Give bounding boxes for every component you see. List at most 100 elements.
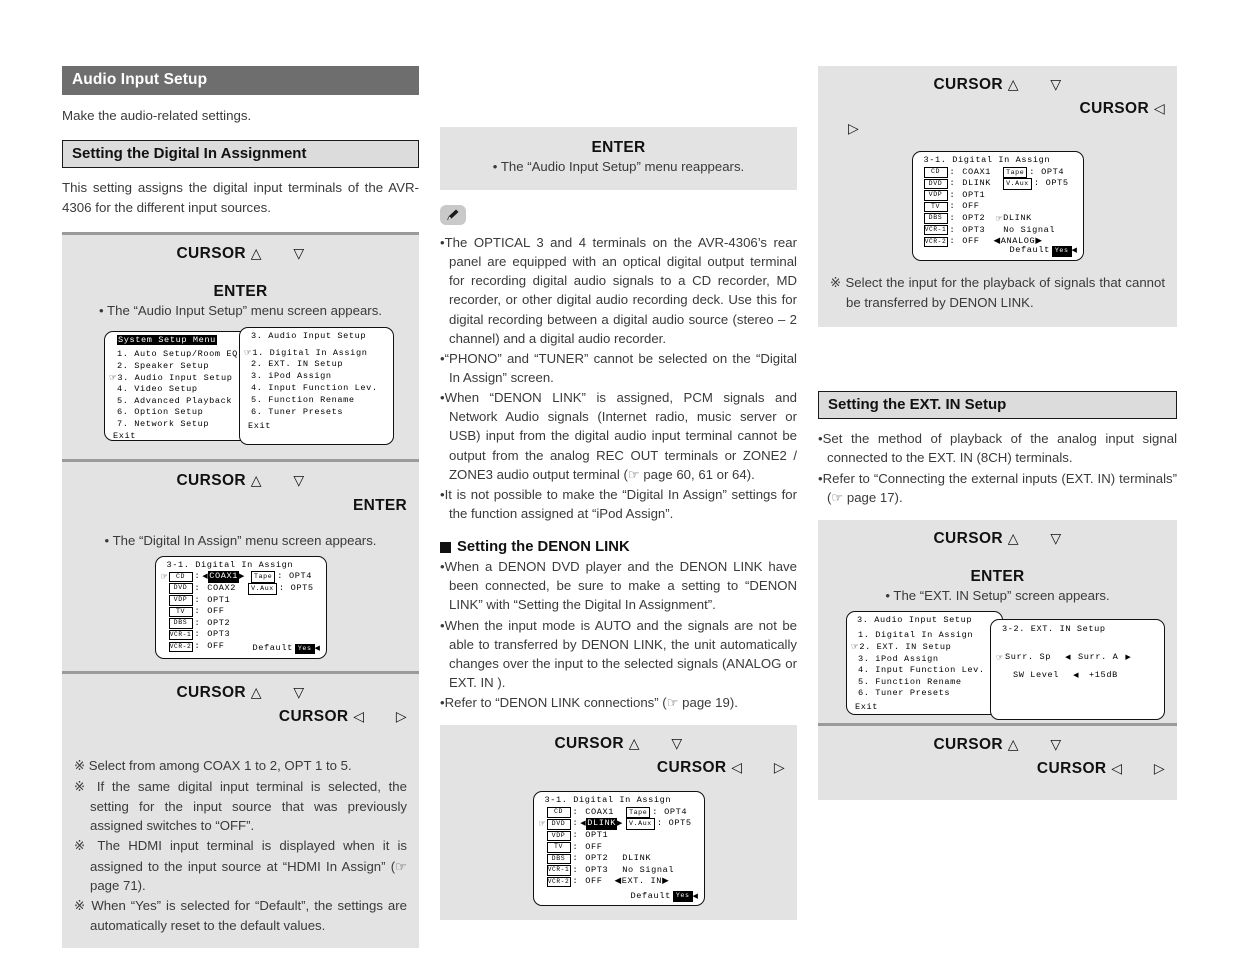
osd-menu-item[interactable]: 5. Function Rename <box>858 677 962 687</box>
cursor-updown-row-7: CURSOR △ ▽ <box>830 736 1165 754</box>
osd-source-value[interactable]: OPT5 <box>669 818 692 830</box>
cursor-right-icon[interactable]: ▷ <box>774 760 785 776</box>
osd-menu-item[interactable]: 4. Input Function Lev. <box>251 383 378 393</box>
cursor-down-icon[interactable]: ▽ <box>293 246 304 262</box>
cursor-right-icon[interactable]: ▷ <box>848 121 859 137</box>
osd-menu-item[interactable]: 2. EXT. IN Setup <box>859 642 951 652</box>
osd-source-value[interactable]: OPT2 <box>962 213 985 225</box>
cursor-up-icon[interactable]: △ <box>251 246 262 262</box>
cursor-left-icon[interactable]: ◁ <box>353 709 364 725</box>
osd-source-value[interactable]: OFF <box>585 876 602 888</box>
cursor-down-icon[interactable]: ▽ <box>1050 77 1061 93</box>
osd-cursor-icon: ☞ <box>538 819 547 829</box>
osd-source-value[interactable]: COAX1 <box>208 571 240 583</box>
osd-exit-item[interactable]: Exit <box>855 702 878 712</box>
osd-menu-item[interactable]: 3. iPod Assign <box>858 654 939 664</box>
osd-right-arrow-icon[interactable]: ▶ <box>662 876 669 888</box>
cursor-up-icon[interactable]: △ <box>251 685 262 701</box>
osd-source-value[interactable]: OFF <box>207 641 224 653</box>
osd-source-value[interactable]: OPT2 <box>585 853 608 865</box>
osd-menu-item[interactable]: 7. Network Setup <box>117 419 209 429</box>
osd-source-value[interactable]: COAX2 <box>207 583 236 595</box>
osd-setting-label: SW Level <box>1013 670 1060 681</box>
osd-source-value[interactable]: OFF <box>585 842 602 854</box>
cursor-right-icon[interactable]: ▷ <box>1154 761 1165 777</box>
osd-menu-item[interactable]: 5. Advanced Playback <box>117 396 232 406</box>
osd-menu-item[interactable]: 1. Digital In Assign <box>252 348 367 358</box>
cursor-left-icon[interactable]: ◁ <box>1111 761 1122 777</box>
osd-menu-item[interactable]: 3. iPod Assign <box>251 371 332 381</box>
osd-source-value[interactable]: OPT1 <box>585 830 608 842</box>
cursor-down-icon[interactable]: ▽ <box>293 473 304 489</box>
osd-left-arrow-icon[interactable]: ◀ <box>994 236 1001 248</box>
cursor-left-icon[interactable]: ◁ <box>1154 101 1165 117</box>
cursor-up-icon[interactable]: △ <box>1008 531 1019 547</box>
cursor-down-icon[interactable]: ▽ <box>293 685 304 701</box>
osd-right-arrow-icon[interactable]: ▶ <box>239 571 245 583</box>
osd-source-value[interactable]: OPT4 <box>664 807 687 819</box>
osd-menu-item[interactable]: 6. Option Setup <box>117 407 203 417</box>
cursor-up-icon[interactable]: △ <box>1008 77 1019 93</box>
osd-extra-line: DLINK <box>1003 212 1032 223</box>
osd-source-value[interactable]: OPT4 <box>289 571 312 583</box>
osd-right-arrow-icon[interactable]: ▶ <box>617 818 623 830</box>
osd-source-value[interactable]: OPT5 <box>291 583 314 595</box>
osd-source-value[interactable]: OPT3 <box>585 865 608 877</box>
osd-left-arrow-icon[interactable]: ◀ <box>615 876 622 888</box>
enter-label-4[interactable]: ENTER <box>830 568 1165 586</box>
step-panel-3: CURSOR △ ▽ CURSOR ◁ ▷ ※ Select from amon… <box>62 673 419 949</box>
osd-menu-item[interactable]: 6. Tuner Presets <box>251 407 343 417</box>
enter-label-1[interactable]: ENTER <box>74 283 407 301</box>
osd-exit-item[interactable]: Exit <box>113 431 136 441</box>
cursor-up-icon[interactable]: △ <box>629 736 640 752</box>
osd-menu-item[interactable]: 2. EXT. IN Setup <box>251 359 343 369</box>
osd-right-arrow-icon[interactable]: ▶ <box>1125 652 1131 664</box>
osd-menu-item[interactable]: 4. Input Function Lev. <box>858 665 985 675</box>
osd-source-value[interactable]: OPT2 <box>207 618 230 630</box>
osd-source-value[interactable]: OPT3 <box>962 225 985 237</box>
osd-left-arrow-icon[interactable]: ◀ <box>315 643 321 655</box>
osd-left-arrow-icon[interactable]: ◀ <box>693 891 699 903</box>
osd-menu-item[interactable]: 6. Tuner Presets <box>858 688 950 698</box>
osd-menu-item[interactable]: 1. Digital In Assign <box>858 630 973 640</box>
osd-source-value[interactable]: OPT1 <box>207 595 230 607</box>
osd-default-value[interactable]: Yes <box>294 643 315 655</box>
osd-menu-item[interactable]: 4. Video Setup <box>117 384 198 394</box>
osd-source-value[interactable]: OPT1 <box>962 190 985 202</box>
osd-source-value[interactable]: DLINK <box>962 178 991 190</box>
cursor-right-icon[interactable]: ▷ <box>396 709 407 725</box>
osd-source-value[interactable]: OPT3 <box>207 629 230 641</box>
osd-default-value[interactable]: Yes <box>1051 245 1072 257</box>
osd-source-value[interactable]: OFF <box>207 606 224 618</box>
osd-source-value[interactable]: COAX1 <box>962 167 991 179</box>
subsection-header-digital-in-assignment: Setting the Digital In Assignment <box>62 140 419 169</box>
enter-label-3[interactable]: ENTER <box>452 139 785 157</box>
osd-source-tag: VCR-1 <box>168 630 193 641</box>
cursor-up-icon[interactable]: △ <box>251 473 262 489</box>
cursor-down-icon[interactable]: ▽ <box>671 736 682 752</box>
osd-source-value[interactable]: OPT5 <box>1046 178 1069 190</box>
osd-menu-item[interactable]: 5. Function Rename <box>251 395 355 405</box>
cursor-left-icon[interactable]: ◁ <box>731 760 742 776</box>
osd-extra-line[interactable]: EXT. IN <box>622 876 662 888</box>
cursor-down-icon[interactable]: ▽ <box>1050 737 1061 753</box>
osd-exit-item[interactable]: Exit <box>248 421 271 431</box>
osd-left-arrow-icon[interactable]: ◀ <box>1065 652 1071 664</box>
osd-setting-value[interactable]: Surr. A <box>1078 652 1118 664</box>
osd-menu-item[interactable]: 3. Audio Input Setup <box>117 373 232 383</box>
enter-label-2[interactable]: ENTER <box>74 497 407 515</box>
osd-source-value[interactable]: OPT4 <box>1041 167 1064 179</box>
osd-left-arrow-icon[interactable]: ◀ <box>1072 245 1078 257</box>
osd-title-digital-in-assign: 3-1. Digital In Assign <box>166 559 294 570</box>
osd-default-value[interactable]: Yes <box>672 891 693 902</box>
osd-setting-value[interactable]: +15dB <box>1089 670 1118 682</box>
cursor-down-icon[interactable]: ▽ <box>1050 531 1061 547</box>
osd-source-value[interactable]: OFF <box>962 236 979 248</box>
osd-source-value[interactable]: OFF <box>962 201 979 213</box>
osd-left-arrow-icon[interactable]: ◀ <box>1073 670 1079 682</box>
osd-source-value[interactable]: DLINK <box>586 818 618 831</box>
osd-menu-item[interactable]: 2. Speaker Setup <box>117 361 209 371</box>
osd-menu-item[interactable]: 1. Auto Setup/Room EQ <box>117 349 238 359</box>
osd-source-value[interactable]: COAX1 <box>585 807 614 819</box>
cursor-up-icon[interactable]: △ <box>1008 737 1019 753</box>
